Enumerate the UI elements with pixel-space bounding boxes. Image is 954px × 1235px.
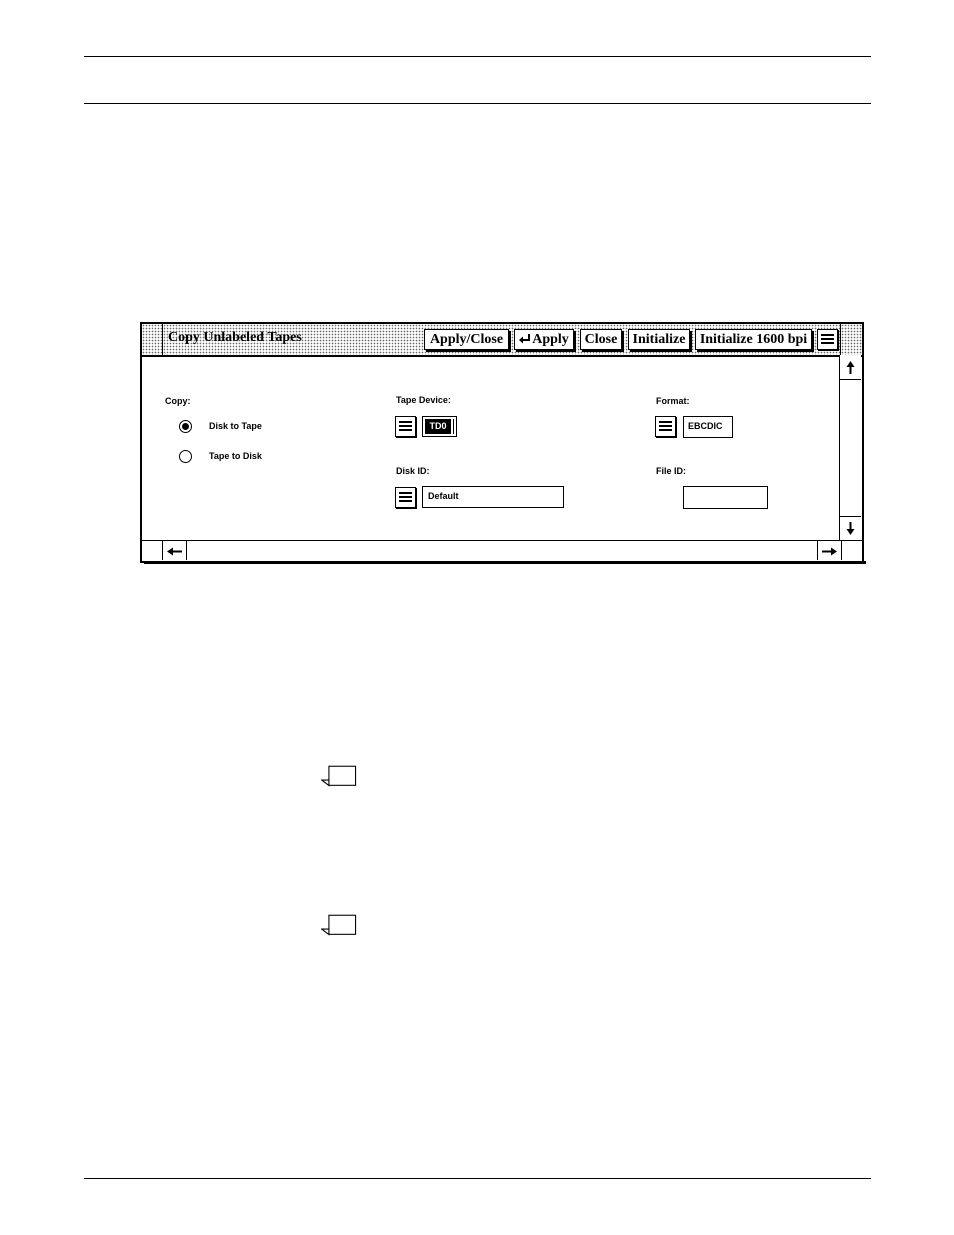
file-id-field[interactable] [683,486,768,509]
apply-button[interactable]: Apply [514,329,574,350]
menu-icon [821,334,834,345]
disk-to-tape-label[interactable]: Disk to Tape [209,421,262,431]
tape-device-label: Tape Device: [396,395,451,405]
note-icon [321,765,357,787]
menu-icon [399,421,412,432]
title-bar-right-cap [840,324,862,355]
window-menu-button[interactable] [817,329,838,350]
scroll-left-icon [167,547,182,556]
header-rule-top [84,56,871,57]
text-cursor [453,419,454,434]
header-rule-bottom [84,103,871,104]
initialize-button[interactable]: Initialize [628,329,690,350]
horizontal-scrollbar[interactable] [142,540,862,561]
scroll-right-button[interactable] [817,541,841,560]
file-id-label: File ID: [656,466,687,476]
return-arrow-icon [519,334,531,344]
tape-device-value: TD0 [425,419,451,434]
scroll-down-button[interactable] [840,516,861,541]
menu-icon [399,492,412,503]
format-field[interactable]: EBCDIC [683,416,733,438]
copy-label: Copy: [165,396,191,406]
footer-rule [84,1178,871,1179]
scroll-up-button[interactable] [840,355,861,380]
title-bar[interactable]: Copy Unlabeled Tapes Apply/Close Apply C… [142,324,862,357]
scroll-left-button[interactable] [163,541,187,560]
format-label: Format: [656,396,690,406]
scroll-corner-left [142,541,163,560]
apply-button-label: Apply [532,332,569,347]
apply-close-button[interactable]: Apply/Close [424,329,509,350]
tape-to-disk-label[interactable]: Tape to Disk [209,451,262,461]
initialize-1600-bpi-button[interactable]: Initialize 1600 bpi [695,329,812,350]
tape-device-menu-button[interactable] [395,416,416,437]
title-bar-cap [142,324,163,355]
scroll-right-icon [822,547,837,556]
scroll-down-icon [846,522,855,535]
disk-id-field[interactable]: Default [422,486,564,508]
disk-id-label: Disk ID: [396,466,430,476]
close-button[interactable]: Close [580,329,622,350]
scroll-corner-right [841,541,862,560]
copy-unlabeled-tapes-window: Copy Unlabeled Tapes Apply/Close Apply C… [140,322,864,563]
disk-to-tape-radio[interactable] [179,420,192,433]
tape-device-field[interactable]: TD0 [422,416,457,437]
window-title: Copy Unlabeled Tapes [168,330,302,345]
note-icon [321,914,357,936]
vertical-scrollbar[interactable] [839,355,862,541]
format-menu-button[interactable] [655,416,676,437]
disk-id-menu-button[interactable] [395,487,416,508]
scroll-up-icon [846,361,855,374]
menu-icon [659,421,672,432]
tape-to-disk-radio[interactable] [179,450,192,463]
